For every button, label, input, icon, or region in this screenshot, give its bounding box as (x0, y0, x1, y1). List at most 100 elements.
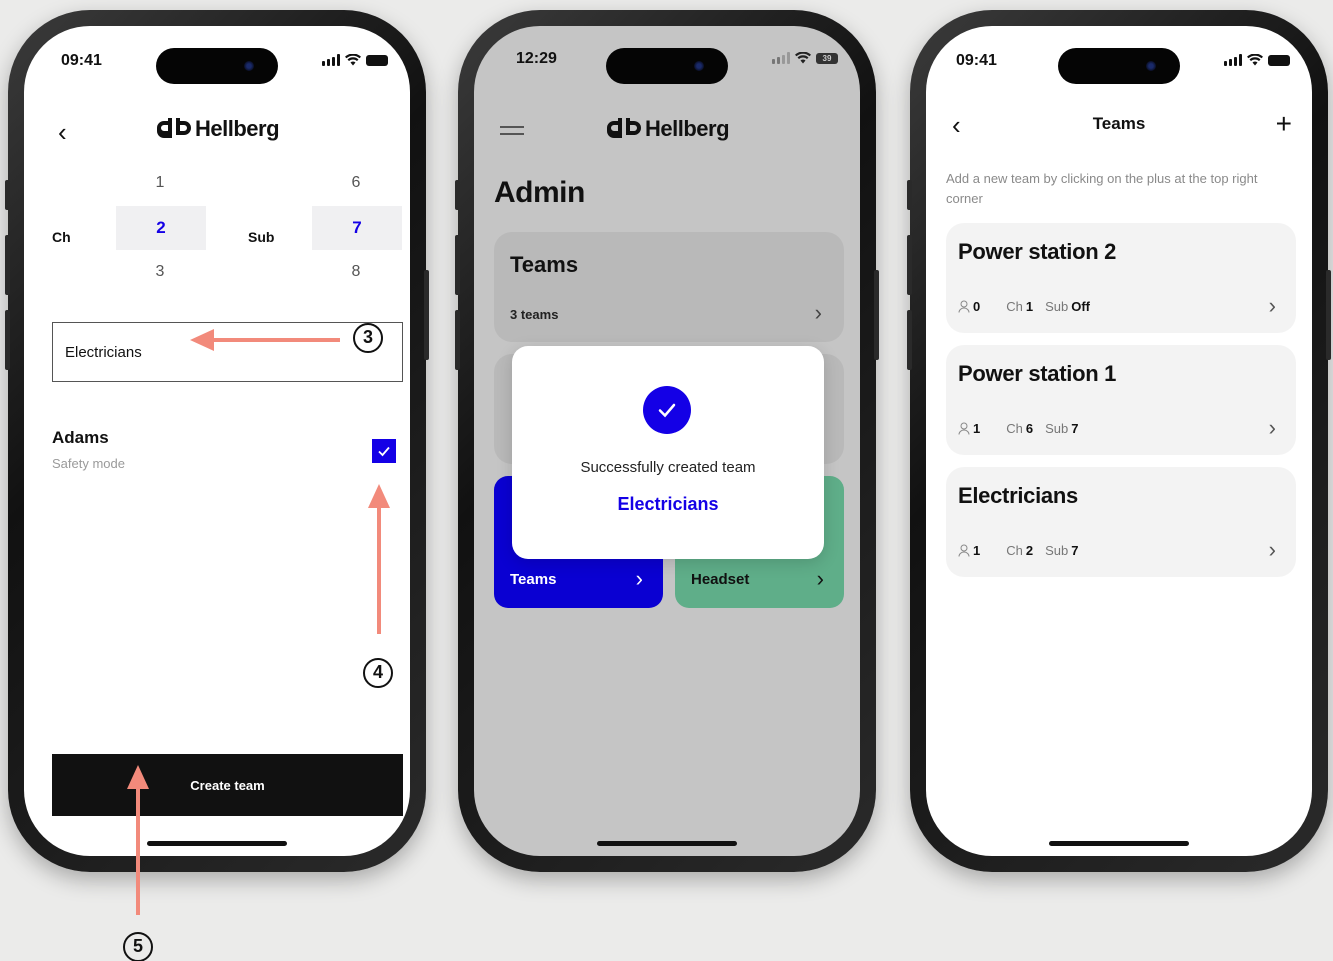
annotation-step-5: 5 (123, 932, 153, 961)
team-ch: 1 (1025, 299, 1034, 314)
annotation-step-4: 4 (363, 658, 393, 688)
team-sub: 7 (1071, 543, 1079, 558)
wifi-icon (795, 52, 811, 64)
add-team-button[interactable]: + (1276, 110, 1292, 138)
home-indicator (1049, 841, 1189, 846)
member-name: Adams (52, 428, 109, 447)
annotation-arrow-3-head (190, 329, 214, 351)
side-button (5, 310, 10, 370)
team-sub: 7 (1071, 421, 1079, 436)
status-time: 09:41 (956, 52, 997, 69)
member-mode: Safety mode (52, 456, 125, 471)
checkmark-icon (378, 446, 390, 457)
teams-card-title: Teams (510, 252, 579, 277)
team-card[interactable]: Electricians 1 Ch 2 Sub 7 › (946, 467, 1296, 577)
status-time: 09:41 (61, 52, 102, 69)
sub-selected-value: 7 (352, 218, 362, 237)
dynamic-island (156, 48, 278, 84)
create-team-button[interactable]: Create team (52, 754, 403, 816)
team-name-input[interactable] (52, 322, 403, 382)
person-icon (958, 300, 970, 313)
sub-label: Sub (248, 229, 275, 245)
phone-teams-list: 09:41 ‹ Teams + Add a new team by clicki… (907, 10, 1331, 872)
team-name: Electricians (958, 483, 1078, 508)
team-ch: 6 (1025, 421, 1034, 436)
tile-teams-label: Teams (510, 571, 557, 588)
phone-create-team: 09:41 ‹ Hellberg 1 2 3 Ch 6 7 8 Sub Adam… (5, 10, 429, 872)
team-meta: 1 Ch 6 Sub 7 (958, 421, 1078, 436)
home-indicator (597, 841, 737, 846)
sub-option-below[interactable]: 8 (325, 263, 387, 281)
side-button (455, 310, 460, 370)
hellberg-logo-icon (156, 118, 191, 138)
hint-text: Add a new team by clicking on the plus a… (946, 171, 1258, 206)
battery-icon (366, 54, 388, 66)
chevron-right-icon: › (635, 566, 643, 591)
sub-label: Sub (1045, 421, 1069, 436)
status-icons: 39 (772, 52, 838, 64)
dynamic-island (1058, 48, 1180, 84)
created-team-name: Electricians (617, 494, 719, 514)
side-button (455, 235, 460, 295)
sub-option-above[interactable]: 6 (325, 174, 387, 192)
team-member-count: 1 (973, 543, 981, 558)
sub-selected[interactable]: 7 (312, 206, 402, 250)
team-meta: 0 Ch 1 Sub Off (958, 299, 1090, 314)
team-card[interactable]: Power station 1 1 Ch 6 Sub 7 › (946, 345, 1296, 455)
team-ch: 2 (1025, 543, 1034, 558)
side-button (907, 180, 912, 210)
battery-icon (1268, 54, 1290, 66)
person-icon (958, 544, 970, 557)
side-button (874, 270, 879, 360)
hellberg-logo-icon (606, 118, 641, 138)
ch-label: Ch (1006, 421, 1023, 436)
teams-card[interactable]: Teams 3 teams › (494, 232, 844, 342)
side-button (907, 235, 912, 295)
phone-admin: 12:29 39 Hellberg Admin Teams 3 teams › … (455, 10, 879, 872)
battery-icon: 39 (816, 52, 838, 64)
side-button (455, 180, 460, 210)
dynamic-island (606, 48, 728, 84)
screen: 09:41 ‹ Teams + Add a new team by clicki… (926, 26, 1312, 856)
ch-selected[interactable]: 2 (116, 206, 206, 250)
status-time: 12:29 (516, 50, 557, 67)
team-card[interactable]: Power station 2 0 Ch 1 Sub Off › (946, 223, 1296, 333)
ch-label: Ch (1006, 299, 1023, 314)
chevron-right-icon: › (816, 566, 824, 591)
chevron-right-icon: › (1268, 537, 1276, 562)
chevron-right-icon: › (1268, 415, 1276, 440)
success-message: Successfully created team (580, 459, 756, 476)
sub-label: Sub (1045, 299, 1069, 314)
screen: 09:41 ‹ Hellberg 1 2 3 Ch 6 7 8 Sub Adam… (24, 26, 410, 856)
signal-icon (772, 52, 790, 64)
member-checkbox[interactable] (372, 439, 396, 463)
annotation-arrow-5-shaft (136, 785, 140, 915)
annotation-arrow-3-shaft (210, 338, 340, 342)
team-name: Power station 1 (958, 361, 1117, 386)
chevron-right-icon: › (814, 300, 822, 325)
teams-card-count: 3 teams (510, 307, 559, 322)
status-icons (322, 54, 388, 66)
status-icons (1224, 54, 1290, 66)
brand-name: Hellberg (194, 116, 280, 141)
ch-label: Ch (1006, 543, 1023, 558)
screen: 12:29 39 Hellberg Admin Teams 3 teams › … (474, 26, 860, 856)
wifi-icon (345, 54, 361, 66)
team-member-count: 0 (973, 299, 981, 314)
side-button (424, 270, 429, 360)
ch-option-above[interactable]: 1 (129, 174, 191, 192)
team-member-count: 1 (973, 421, 981, 436)
ch-option-below[interactable]: 3 (129, 263, 191, 281)
annotation-step-3: 3 (353, 323, 383, 353)
side-button (1326, 270, 1331, 360)
success-check-icon (643, 386, 691, 434)
ch-selected-value: 2 (156, 218, 166, 237)
side-button (907, 310, 912, 370)
battery-level: 39 (822, 53, 832, 63)
side-button (5, 235, 10, 295)
tile-headset-label: Headset (691, 571, 750, 588)
hellberg-logo: Hellberg (24, 116, 410, 142)
success-dialog: Successfully created team Electricians (512, 346, 824, 559)
home-indicator (147, 841, 287, 846)
team-sub: Off (1071, 299, 1091, 314)
